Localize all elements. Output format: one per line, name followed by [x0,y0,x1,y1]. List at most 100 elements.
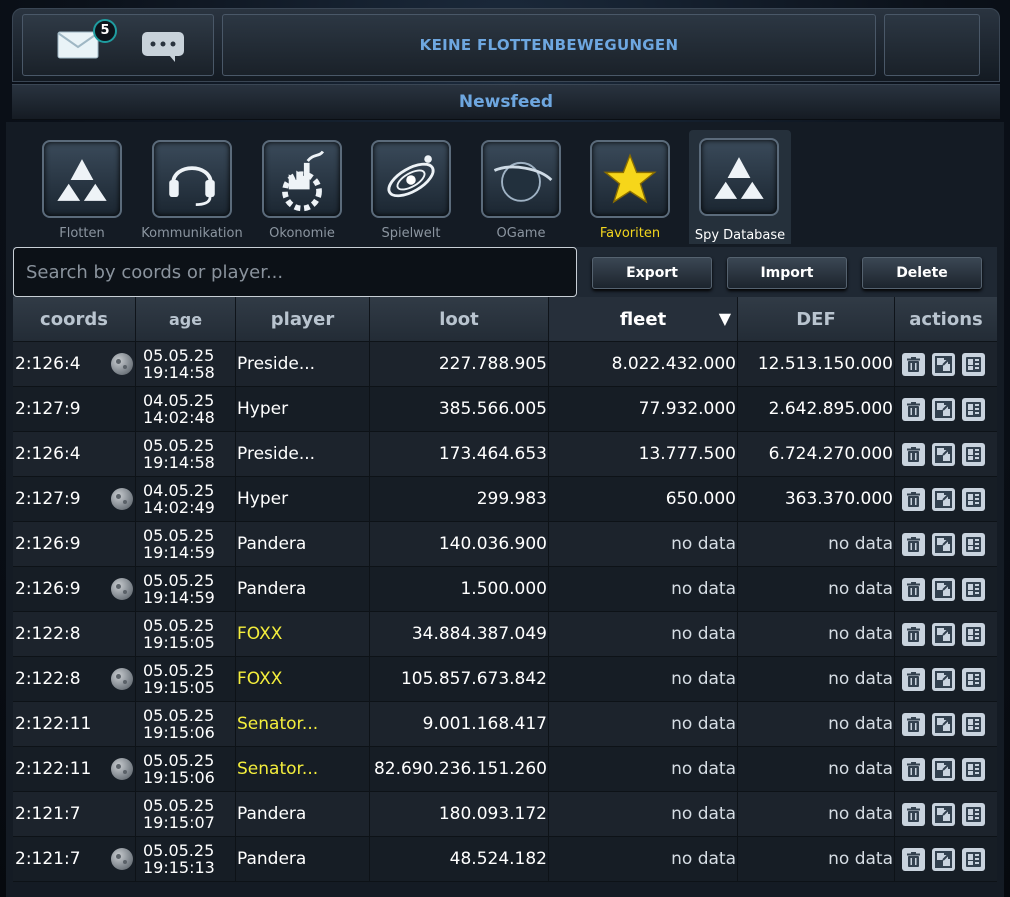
coords-link[interactable]: 2:121:7 [15,849,81,869]
table-row[interactable]: 2:126:9 05.05.25 19:14:59 Pandera 1.500.000 n… [13,567,997,612]
coords-link[interactable]: 2:127:9 [15,489,81,509]
table-row[interactable]: 2:121:7 05.05.25 19:15:07 Pandera 180.093.17… [13,792,997,837]
coords-cell[interactable]: 2:122:11 [13,747,136,791]
envelope-icon[interactable] [57,31,99,59]
report-icon[interactable] [962,397,985,421]
table-row[interactable]: 2:126:9 05.05.25 19:14:59 Pandera 140.036.90… [13,522,997,567]
expand-icon[interactable] [932,577,955,601]
side-panel[interactable] [884,14,980,76]
trash-icon[interactable] [902,532,925,556]
table-row[interactable]: 2:126:4 05.05.25 19:14:58 Preside... 227.788… [13,342,997,387]
tab-favoriten[interactable]: Favoriten [572,138,672,248]
trash-icon[interactable] [902,577,925,601]
expand-icon[interactable] [932,802,955,826]
expand-icon[interactable] [932,532,955,556]
age-cell: 04.05.25 14:02:49 [136,477,236,521]
coords-cell[interactable]: 2:126:4 [13,342,136,386]
report-icon[interactable] [962,847,985,871]
trash-icon[interactable] [902,802,925,826]
report-icon[interactable] [962,487,985,511]
coords-cell[interactable]: 2:126:4 [13,432,136,476]
trash-icon[interactable] [902,757,925,781]
tab-ogame[interactable]: OGame [463,138,563,248]
coords-cell[interactable]: 2:127:9 [13,387,136,431]
tab-okonomie[interactable]: Okonomie [244,138,344,248]
coords-cell[interactable]: 2:126:9 [13,522,136,566]
tab-kommunikation[interactable]: Kommunikation [134,138,243,248]
expand-icon[interactable] [932,622,955,646]
coords-link[interactable]: 2:127:9 [15,399,81,419]
trash-icon[interactable] [902,667,925,691]
table-row[interactable]: 2:126:4 05.05.25 19:14:58 Preside... 173.464… [13,432,997,477]
report-icon[interactable] [962,532,985,556]
expand-icon[interactable] [932,712,955,736]
coords-link[interactable]: 2:126:9 [15,534,81,554]
trash-icon[interactable] [902,442,925,466]
trash-icon[interactable] [902,847,925,871]
coords-link[interactable]: 2:122:11 [15,759,91,779]
report-icon[interactable] [962,442,985,466]
report-icon[interactable] [962,712,985,736]
column-header-age[interactable]: age [136,297,236,341]
coords-cell[interactable]: 2:122:8 [13,612,136,656]
search-input[interactable] [13,247,577,297]
coords-link[interactable]: 2:122:11 [15,714,91,734]
column-header-loot[interactable]: loot [370,297,549,341]
coords-link[interactable]: 2:126:4 [15,444,81,464]
expand-icon[interactable] [932,352,955,376]
coords-cell[interactable]: 2:127:9 [13,477,136,521]
report-icon[interactable] [962,622,985,646]
tab-spy-database[interactable]: Spy Database [689,130,791,244]
loot-cell: 48.524.182 [370,837,549,881]
column-header-def[interactable]: DEF [738,297,895,341]
table-row[interactable]: 2:121:7 05.05.25 19:15:13 Pandera 48.524.182… [13,837,997,882]
fleet-movement-panel[interactable]: KEINE FLOTTENBEWEGUNGEN [222,14,876,76]
trash-icon[interactable] [902,352,925,376]
tab-flotten[interactable]: Flotten [24,138,124,248]
coords-cell[interactable]: 2:121:7 [13,792,136,836]
report-icon[interactable] [962,802,985,826]
table-row[interactable]: 2:122:11 05.05.25 19:15:06 Senator... 9.001.… [13,702,997,747]
expand-icon[interactable] [932,757,955,781]
expand-icon[interactable] [932,397,955,421]
expand-icon[interactable] [932,487,955,511]
coords-cell[interactable]: 2:126:9 [13,567,136,611]
chat-icon[interactable] [141,31,185,63]
import-button[interactable]: Import [727,257,847,289]
tab-spielwelt[interactable]: Spielwelt [353,138,453,248]
coords-link[interactable]: 2:122:8 [15,669,81,689]
trash-icon[interactable] [902,487,925,511]
table-row[interactable]: 2:127:9 04.05.25 14:02:48 Hyper 385.566.005 7… [13,387,997,432]
report-icon[interactable] [962,352,985,376]
expand-icon[interactable] [932,667,955,691]
coords-cell[interactable]: 2:121:7 [13,837,136,881]
table-row[interactable]: 2:122:8 05.05.25 19:15:05 FOXX 105.857.673.8… [13,657,997,702]
column-header-fleet[interactable]: fleet ▼ [549,297,738,341]
fleet-icon [42,140,122,218]
delete-button[interactable]: Delete [862,257,982,289]
column-header-player[interactable]: player [236,297,370,341]
table-row[interactable]: 2:127:9 04.05.25 14:02:49 Hyper 299.983 650.0… [13,477,997,522]
trash-icon[interactable] [902,712,925,736]
table-row[interactable]: 2:122:8 05.05.25 19:15:05 FOXX 34.884.387.04… [13,612,997,657]
def-cell: no data [738,657,895,701]
expand-icon[interactable] [932,847,955,871]
coords-cell[interactable]: 2:122:8 [13,657,136,701]
coords-link[interactable]: 2:126:9 [15,579,81,599]
spy-icon [699,138,779,216]
export-button[interactable]: Export [592,257,712,289]
expand-icon[interactable] [932,442,955,466]
unread-count-badge: 5 [93,19,117,43]
trash-icon[interactable] [902,397,925,421]
coords-link[interactable]: 2:126:4 [15,354,81,374]
report-icon[interactable] [962,577,985,601]
table-body: 2:126:4 05.05.25 19:14:58 Preside... 227.788… [13,342,997,882]
column-header-coords[interactable]: coords [13,297,136,341]
coords-link[interactable]: 2:121:7 [15,804,81,824]
table-row[interactable]: 2:122:11 05.05.25 19:15:06 Senator... 82.690… [13,747,997,792]
report-icon[interactable] [962,667,985,691]
coords-cell[interactable]: 2:122:11 [13,702,136,746]
trash-icon[interactable] [902,622,925,646]
report-icon[interactable] [962,757,985,781]
coords-link[interactable]: 2:122:8 [15,624,81,644]
